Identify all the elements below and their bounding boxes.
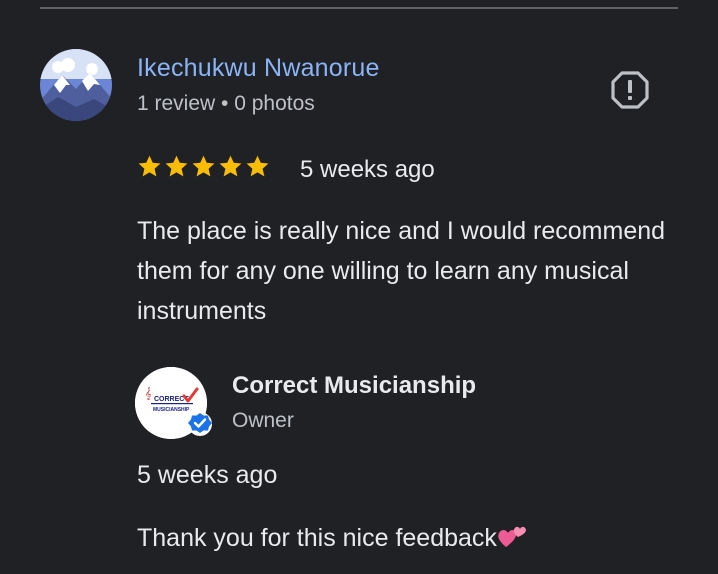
star-icon [246, 155, 269, 177]
star-icon [192, 155, 215, 177]
report-button[interactable] [610, 70, 650, 110]
owner-logo-image: 𝄞 CORRECT MUSICIANSHIP [135, 367, 212, 439]
star-icon [219, 155, 242, 177]
reply-text: Thank you for this nice feedback [137, 524, 497, 552]
owner-logo-text-2: MUSICIANSHIP [153, 407, 190, 413]
report-icon [611, 71, 649, 109]
owner-role: Owner [232, 409, 294, 432]
review-text: The place is really nice and I would rec… [137, 217, 666, 325]
top-divider [40, 7, 678, 9]
two-hearts-icon [498, 526, 526, 547]
reply-text-line: Thank you for this nice feedback [137, 523, 527, 553]
owner-logo[interactable]: 𝄞 CORRECT MUSICIANSHIP [135, 367, 212, 439]
star-icon [165, 155, 188, 177]
reviewer-meta: 1 review • 0 photos [137, 92, 315, 115]
star-icon [138, 155, 161, 177]
review-date: 5 weeks ago [300, 156, 435, 183]
owner-name[interactable]: Correct Musicianship [232, 372, 476, 400]
svg-text:𝄞: 𝄞 [145, 387, 152, 400]
reviewer-name[interactable]: Ikechukwu Nwanorue [137, 54, 380, 83]
reviewer-avatar[interactable] [40, 49, 112, 121]
mountain-avatar-image [40, 49, 112, 121]
star-rating [137, 154, 270, 179]
reply-date: 5 weeks ago [137, 461, 278, 489]
